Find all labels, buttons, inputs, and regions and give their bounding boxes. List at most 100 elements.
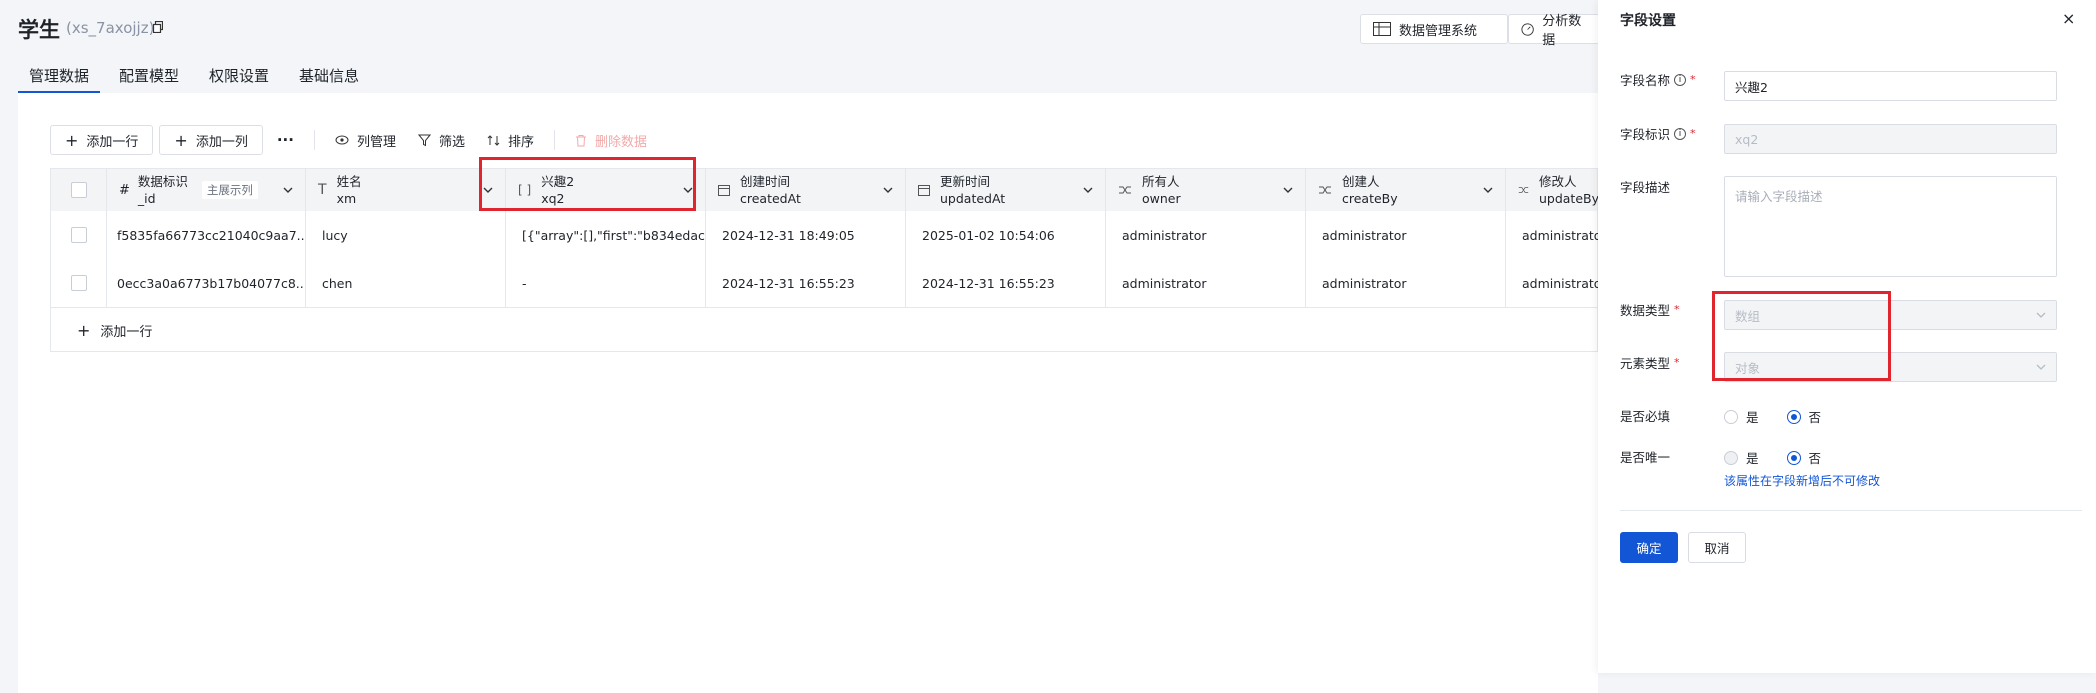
date-type-icon <box>718 185 730 196</box>
data-system-label: 数据管理系统 <box>1399 23 1478 39</box>
table-icon <box>1373 22 1391 36</box>
required-yes-label: 是 <box>1746 410 1759 425</box>
table-cell[interactable]: f5835fa66773cc21040c9aa7... <box>107 211 306 259</box>
table-row[interactable]: f5835fa66773cc21040c9aa7... lucy [{"arra… <box>51 211 1599 260</box>
page-title: 学生 <box>18 18 60 42</box>
table-cell[interactable]: administrator <box>1306 259 1506 307</box>
column-manage-button[interactable]: 列管理 <box>327 125 404 155</box>
unique-no-radio <box>1786 450 1801 465</box>
unique-hint: 该属性在字段新增后不可修改 <box>1724 474 1881 488</box>
column-header-updatedAt[interactable]: 更新时间 updatedAt <box>906 169 1106 211</box>
table-cell[interactable]: 2024-12-31 18:49:05 <box>706 211 906 259</box>
table-cell[interactable]: administrator <box>1506 259 1599 307</box>
add-column-button[interactable]: + 添加一列 <box>159 125 263 155</box>
column-key: xm <box>336 191 357 206</box>
info-icon[interactable]: i <box>1674 73 1687 86</box>
column-key: createBy <box>1342 191 1398 206</box>
add-row-button[interactable]: + 添加一行 <box>50 125 154 155</box>
column-header-createBy[interactable]: 创建人 createBy <box>1306 169 1506 211</box>
required-mark: * <box>1690 73 1696 86</box>
column-header-owner[interactable]: 所有人 owner <box>1106 169 1306 211</box>
column-name: 创建时间 <box>740 174 791 189</box>
description-textarea[interactable]: 请输入字段描述 <box>1724 176 2057 277</box>
row-checkbox[interactable] <box>70 275 87 291</box>
table-cell[interactable]: administrator <box>1106 259 1306 307</box>
chevron-down-icon <box>2036 312 2046 318</box>
table-cell[interactable]: 2025-01-02 10:54:06 <box>906 211 1106 259</box>
field-name-label-row: 字段名称 i * <box>1620 70 1696 89</box>
table-cell[interactable]: administrator <box>1306 211 1506 259</box>
select-all-checkbox[interactable] <box>70 182 87 198</box>
column-header-xm[interactable]: T 姓名 xm <box>306 169 506 211</box>
column-name: 修改人 <box>1538 174 1577 189</box>
chevron-down-icon[interactable] <box>883 185 893 195</box>
drawer-divider <box>1620 510 2082 511</box>
element-type-label-row: 元素类型 * <box>1620 353 1680 372</box>
column-key: owner <box>1142 191 1181 206</box>
required-radio-group: 是 否 <box>1724 407 1821 426</box>
required-mark: * <box>1674 356 1680 369</box>
table-add-row-button[interactable]: + 添加一行 <box>51 307 1623 353</box>
column-key: createdAt <box>740 191 801 206</box>
sort-button[interactable]: 排序 <box>479 125 542 155</box>
table-cell[interactable]: chen <box>306 259 506 307</box>
table-cell[interactable]: 2024-12-31 16:55:23 <box>706 259 906 307</box>
table-row[interactable]: 0ecc3a0a6773b17b04077c8... chen - 2024-1… <box>51 259 1599 308</box>
chevron-down-icon[interactable] <box>1283 185 1293 195</box>
copy-icon[interactable] <box>153 21 163 33</box>
row-select-cell <box>51 259 107 307</box>
column-header-updateBy[interactable]: 修改人 updateBy <box>1506 169 1599 211</box>
unique-yes-label: 是 <box>1746 451 1759 466</box>
add-column-label: 添加一列 <box>195 134 248 150</box>
confirm-button[interactable]: 确定 <box>1620 532 1678 563</box>
unique-label: 是否唯一 <box>1620 450 1671 465</box>
table-header: # 数据标识 _id 主展示列 T 姓名 xm [ ] 兴趣2 xq2 创建时间 cre… <box>51 169 1599 212</box>
text-type-icon: T <box>318 182 327 198</box>
table-cell[interactable]: 0ecc3a0a6773b17b04077c8... <box>107 259 306 307</box>
field-key-input: xq2 <box>1724 124 2057 154</box>
highlight-box-type <box>1712 291 1891 381</box>
data-system-button[interactable]: 数据管理系统 <box>1360 14 1508 44</box>
relation-type-icon <box>1518 187 1529 193</box>
unique-label-row: 是否唯一 <box>1620 447 1670 466</box>
chevron-down-icon <box>2036 364 2046 370</box>
filter-button[interactable]: 筛选 <box>410 125 473 155</box>
tab-basic-info[interactable]: 基础信息 <box>288 64 370 91</box>
analysis-button[interactable]: 分析数据 <box>1508 14 1600 48</box>
chevron-down-icon[interactable] <box>283 185 293 195</box>
sort-label: 排序 <box>507 134 534 150</box>
header-select-cell <box>51 169 107 211</box>
close-icon[interactable]: × <box>2062 9 2075 28</box>
row-checkbox[interactable] <box>70 227 87 243</box>
table-cell[interactable]: administrator <box>1106 211 1306 259</box>
cancel-button[interactable]: 取消 <box>1688 532 1746 563</box>
required-label: 是否必填 <box>1620 409 1671 424</box>
field-name-input[interactable]: 兴趣2 <box>1724 71 2057 101</box>
table-cell[interactable]: [{"array":[],"first":"b834edac... <box>506 211 706 259</box>
gauge-icon <box>1521 22 1534 36</box>
toolbar-divider <box>554 130 555 150</box>
tab-manage-data[interactable]: 管理数据 <box>18 64 101 94</box>
add-row-label: 添加一行 <box>86 134 139 150</box>
required-label-row: 是否必填 <box>1620 406 1670 425</box>
column-header-id[interactable]: # 数据标识 _id 主展示列 <box>107 169 306 211</box>
required-yes-radio[interactable] <box>1724 409 1738 424</box>
toolbar-divider <box>313 130 315 150</box>
tab-config-model[interactable]: 配置模型 <box>108 64 190 91</box>
table-cell[interactable]: 2024-12-31 16:55:23 <box>906 259 1106 307</box>
tab-permissions[interactable]: 权限设置 <box>198 64 280 91</box>
table-cell[interactable]: lucy <box>306 211 506 259</box>
chevron-down-icon[interactable] <box>1483 185 1493 195</box>
table-cell[interactable]: - <box>506 259 706 307</box>
column-header-createdAt[interactable]: 创建时间 createdAt <box>706 169 906 211</box>
more-button[interactable]: ··· <box>269 125 302 155</box>
column-manage-label: 列管理 <box>356 134 396 150</box>
field-key-label-row: 字段标识 i * <box>1620 124 1696 143</box>
more-icon: ··· <box>276 131 294 149</box>
delete-data-button[interactable]: 删除数据 <box>567 125 655 155</box>
required-no-radio[interactable] <box>1786 409 1801 424</box>
table-cell[interactable]: administrator <box>1506 211 1599 259</box>
eye-off-icon <box>335 135 349 145</box>
chevron-down-icon[interactable] <box>1083 185 1093 195</box>
info-icon[interactable]: i <box>1674 127 1687 140</box>
